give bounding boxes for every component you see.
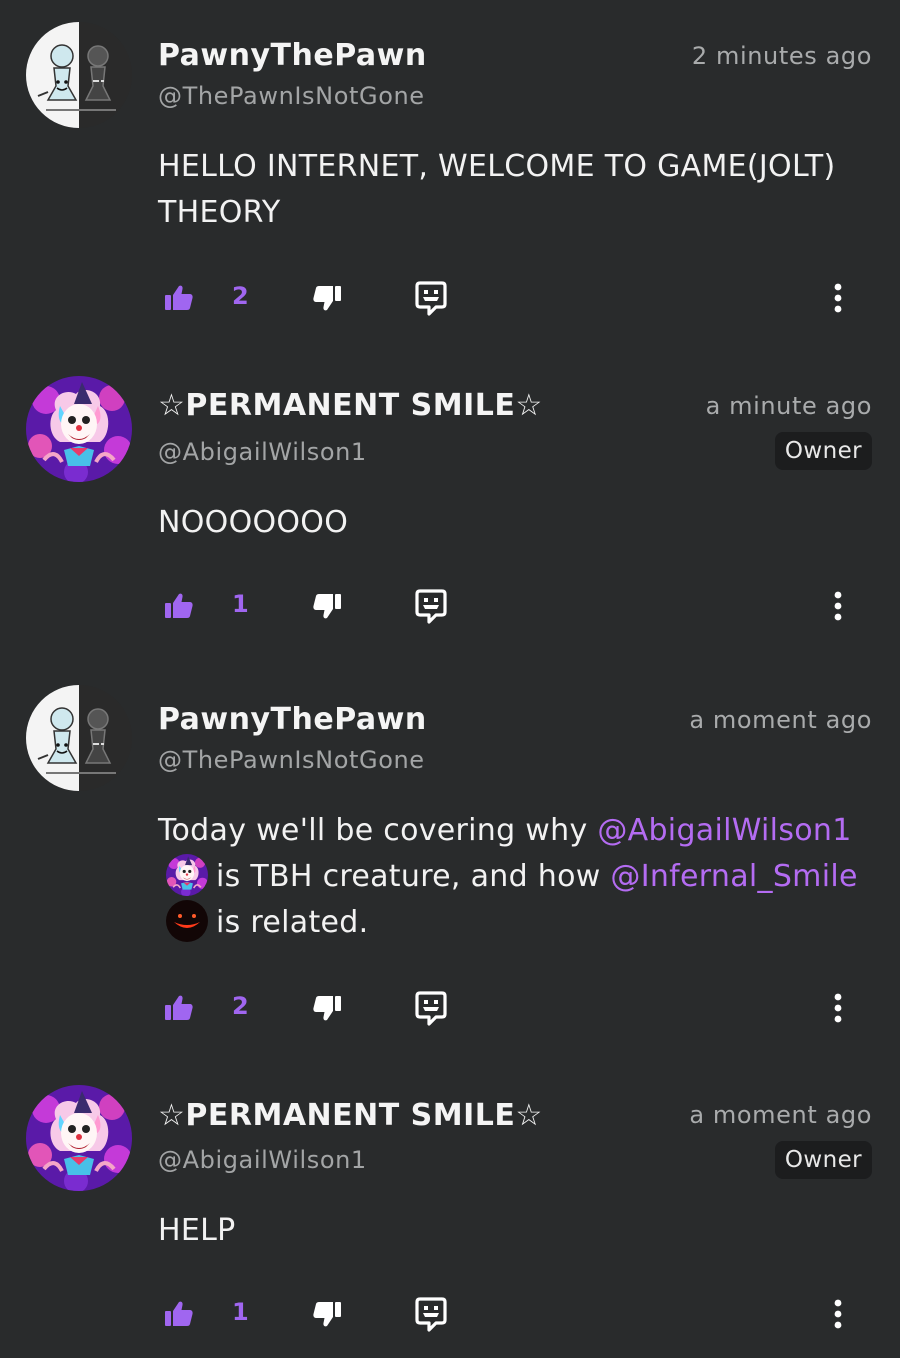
comment-text: is TBH creature, and how — [216, 859, 611, 894]
dislike-button[interactable] — [311, 278, 343, 318]
comment-body: NOOOOOOO — [158, 505, 349, 540]
more-options-button[interactable] — [833, 278, 843, 318]
mention-link[interactable]: @AbigailWilson1 — [597, 813, 851, 848]
thumbs-up-icon — [163, 992, 195, 1024]
thumbs-up-icon — [163, 1298, 195, 1330]
comment-text: Today we'll be covering why — [158, 813, 598, 848]
more-vertical-icon — [833, 992, 843, 1024]
like-button[interactable] — [163, 1294, 195, 1334]
thumbs-down-icon — [311, 282, 343, 314]
more-vertical-icon — [833, 1298, 843, 1330]
like-count: 1 — [232, 590, 249, 618]
clown-avatar[interactable] — [26, 1085, 132, 1191]
comment-body: HELLO INTERNET, WELCOME TO GAME(JOLT) TH… — [158, 149, 836, 230]
more-vertical-icon — [833, 282, 843, 314]
comment-item: ☆PERMANENT SMILE☆ @AbigailWilson1 a mome… — [0, 1070, 900, 1358]
like-count: 1 — [232, 1298, 249, 1326]
dislike-button[interactable] — [311, 988, 343, 1028]
more-options-button[interactable] — [833, 988, 843, 1028]
reply-button[interactable] — [414, 1294, 448, 1334]
timestamp: 2 minutes ago — [691, 42, 872, 70]
reply-bubble-icon — [414, 280, 448, 316]
author-handle[interactable]: @AbigailWilson1 — [158, 438, 367, 466]
timestamp: a moment ago — [689, 706, 872, 734]
thumbs-up-icon — [163, 282, 195, 314]
infernal-mini-avatar[interactable] — [166, 900, 208, 942]
mention-link[interactable]: @Infernal_Smile — [610, 859, 857, 894]
reply-button[interactable] — [414, 278, 448, 318]
thumbs-up-icon — [163, 590, 195, 622]
comment-body: HELP — [158, 1213, 236, 1248]
comment-text: is related. — [216, 905, 369, 940]
comment-item: PawnyThePawn @ThePawnIsNotGone a moment … — [0, 660, 900, 1070]
thumbs-down-icon — [311, 992, 343, 1024]
author-name[interactable]: PawnyThePawn — [158, 38, 427, 73]
comment-body: Today we'll be covering why @AbigailWils… — [158, 808, 878, 946]
comment-item: ☆PERMANENT SMILE☆ @AbigailWilson1 a minu… — [0, 340, 900, 660]
owner-badge: Owner — [774, 432, 872, 470]
comment-actions: 2 — [0, 278, 900, 318]
author-handle[interactable]: @AbigailWilson1 — [158, 1146, 367, 1174]
thumbs-down-icon — [311, 590, 343, 622]
like-button[interactable] — [163, 278, 195, 318]
dislike-button[interactable] — [311, 586, 343, 626]
like-button[interactable] — [163, 586, 195, 626]
dislike-button[interactable] — [311, 1294, 343, 1334]
like-count: 2 — [232, 282, 249, 310]
reply-bubble-icon — [414, 588, 448, 624]
clown-mini-avatar[interactable] — [166, 854, 208, 896]
reply-button[interactable] — [414, 586, 448, 626]
pawn-avatar[interactable] — [26, 685, 132, 791]
author-name[interactable]: ☆PERMANENT SMILE☆ — [158, 1098, 543, 1133]
like-count: 2 — [232, 992, 249, 1020]
comment-actions: 1 — [0, 1294, 900, 1334]
more-options-button[interactable] — [833, 1294, 843, 1334]
pawn-avatar[interactable] — [26, 22, 132, 128]
comment-actions: 2 — [0, 988, 900, 1028]
more-vertical-icon — [833, 590, 843, 622]
author-handle[interactable]: @ThePawnIsNotGone — [158, 746, 425, 774]
reply-bubble-icon — [414, 1296, 448, 1332]
timestamp: a minute ago — [705, 392, 872, 420]
comment-feed: PawnyThePawn @ThePawnIsNotGone 2 minutes… — [0, 0, 900, 1358]
owner-badge: Owner — [774, 1141, 872, 1179]
comment-actions: 1 — [0, 586, 900, 626]
like-button[interactable] — [163, 988, 195, 1028]
comment-item: PawnyThePawn @ThePawnIsNotGone 2 minutes… — [0, 0, 900, 340]
clown-avatar[interactable] — [26, 376, 132, 482]
author-name[interactable]: PawnyThePawn — [158, 702, 427, 737]
thumbs-down-icon — [311, 1298, 343, 1330]
author-name[interactable]: ☆PERMANENT SMILE☆ — [158, 388, 543, 423]
timestamp: a moment ago — [689, 1101, 872, 1129]
more-options-button[interactable] — [833, 586, 843, 626]
reply-button[interactable] — [414, 988, 448, 1028]
reply-bubble-icon — [414, 990, 448, 1026]
author-handle[interactable]: @ThePawnIsNotGone — [158, 82, 425, 110]
